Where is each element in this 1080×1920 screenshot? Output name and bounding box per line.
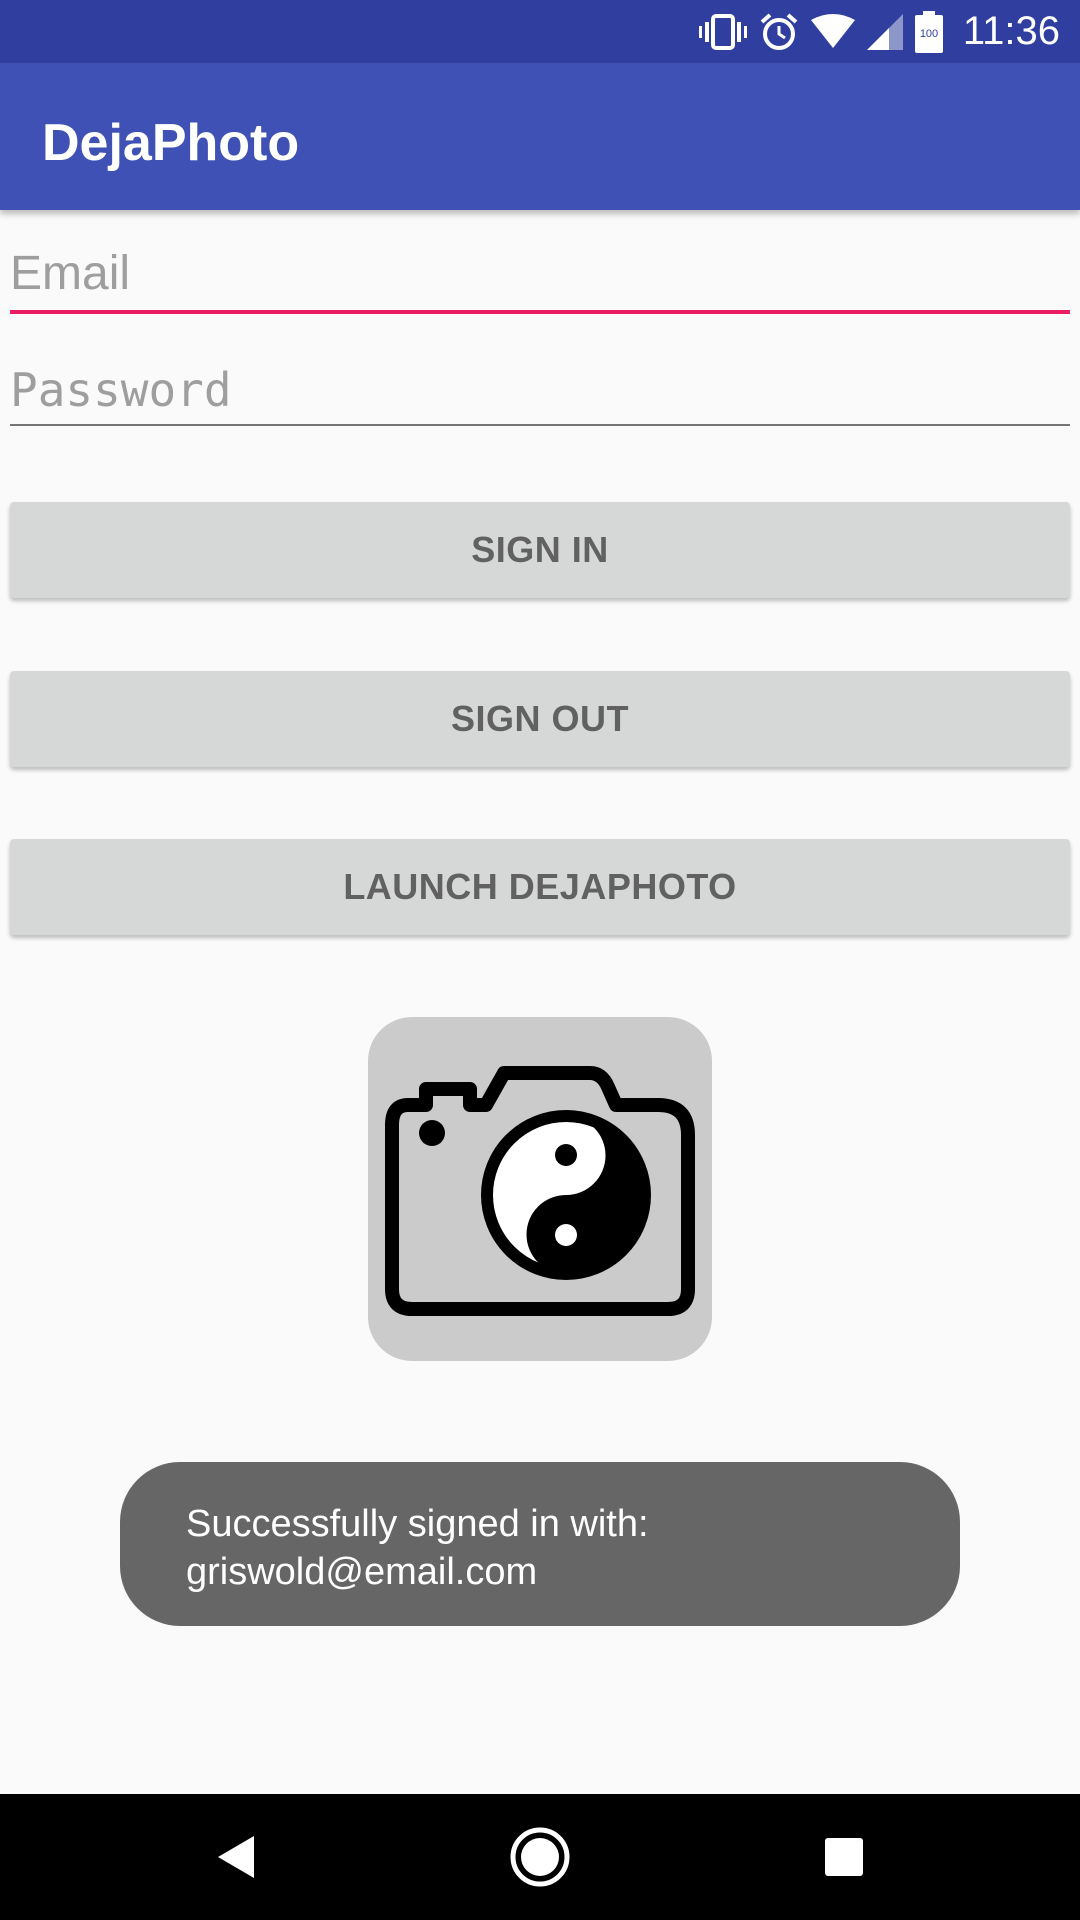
status-bar: 100 11:36 bbox=[0, 0, 1080, 63]
battery-icon: 100 bbox=[914, 10, 943, 53]
cell-signal-icon bbox=[866, 13, 903, 50]
launch-dejaphoto-label: LAUNCH DEJAPHOTO bbox=[343, 866, 737, 907]
password-field[interactable] bbox=[10, 358, 1070, 422]
status-icons: 100 11:36 bbox=[698, 0, 1060, 63]
vibrate-icon bbox=[698, 12, 747, 52]
app-bar: DejaPhoto bbox=[0, 63, 1080, 210]
toast: Successfully signed in with: griswold@em… bbox=[120, 1462, 960, 1626]
recents-icon[interactable] bbox=[774, 1794, 914, 1920]
sign-out-button[interactable]: SIGN OUT bbox=[10, 671, 1070, 767]
password-field-container bbox=[10, 358, 1070, 426]
home-icon[interactable] bbox=[470, 1794, 610, 1920]
wifi-icon bbox=[810, 13, 855, 50]
camera-yin-yang-icon bbox=[385, 1066, 695, 1316]
app-logo bbox=[368, 1017, 712, 1361]
app-title: DejaPhoto bbox=[42, 114, 300, 172]
battery-level: 100 bbox=[920, 28, 938, 40]
alarm-icon bbox=[759, 12, 799, 52]
email-field-container bbox=[10, 240, 1070, 314]
email-field[interactable] bbox=[10, 240, 1070, 306]
toast-message: Successfully signed in with: griswold@em… bbox=[186, 1503, 649, 1593]
sign-out-label: SIGN OUT bbox=[450, 698, 629, 739]
back-icon[interactable] bbox=[166, 1794, 306, 1920]
launch-dejaphoto-button[interactable]: LAUNCH DEJAPHOTO bbox=[10, 839, 1070, 935]
sign-in-button[interactable]: SIGN IN bbox=[10, 502, 1070, 598]
navigation-bar bbox=[0, 1794, 1080, 1920]
status-time: 11:36 bbox=[962, 9, 1060, 53]
sign-in-label: SIGN IN bbox=[471, 529, 609, 570]
